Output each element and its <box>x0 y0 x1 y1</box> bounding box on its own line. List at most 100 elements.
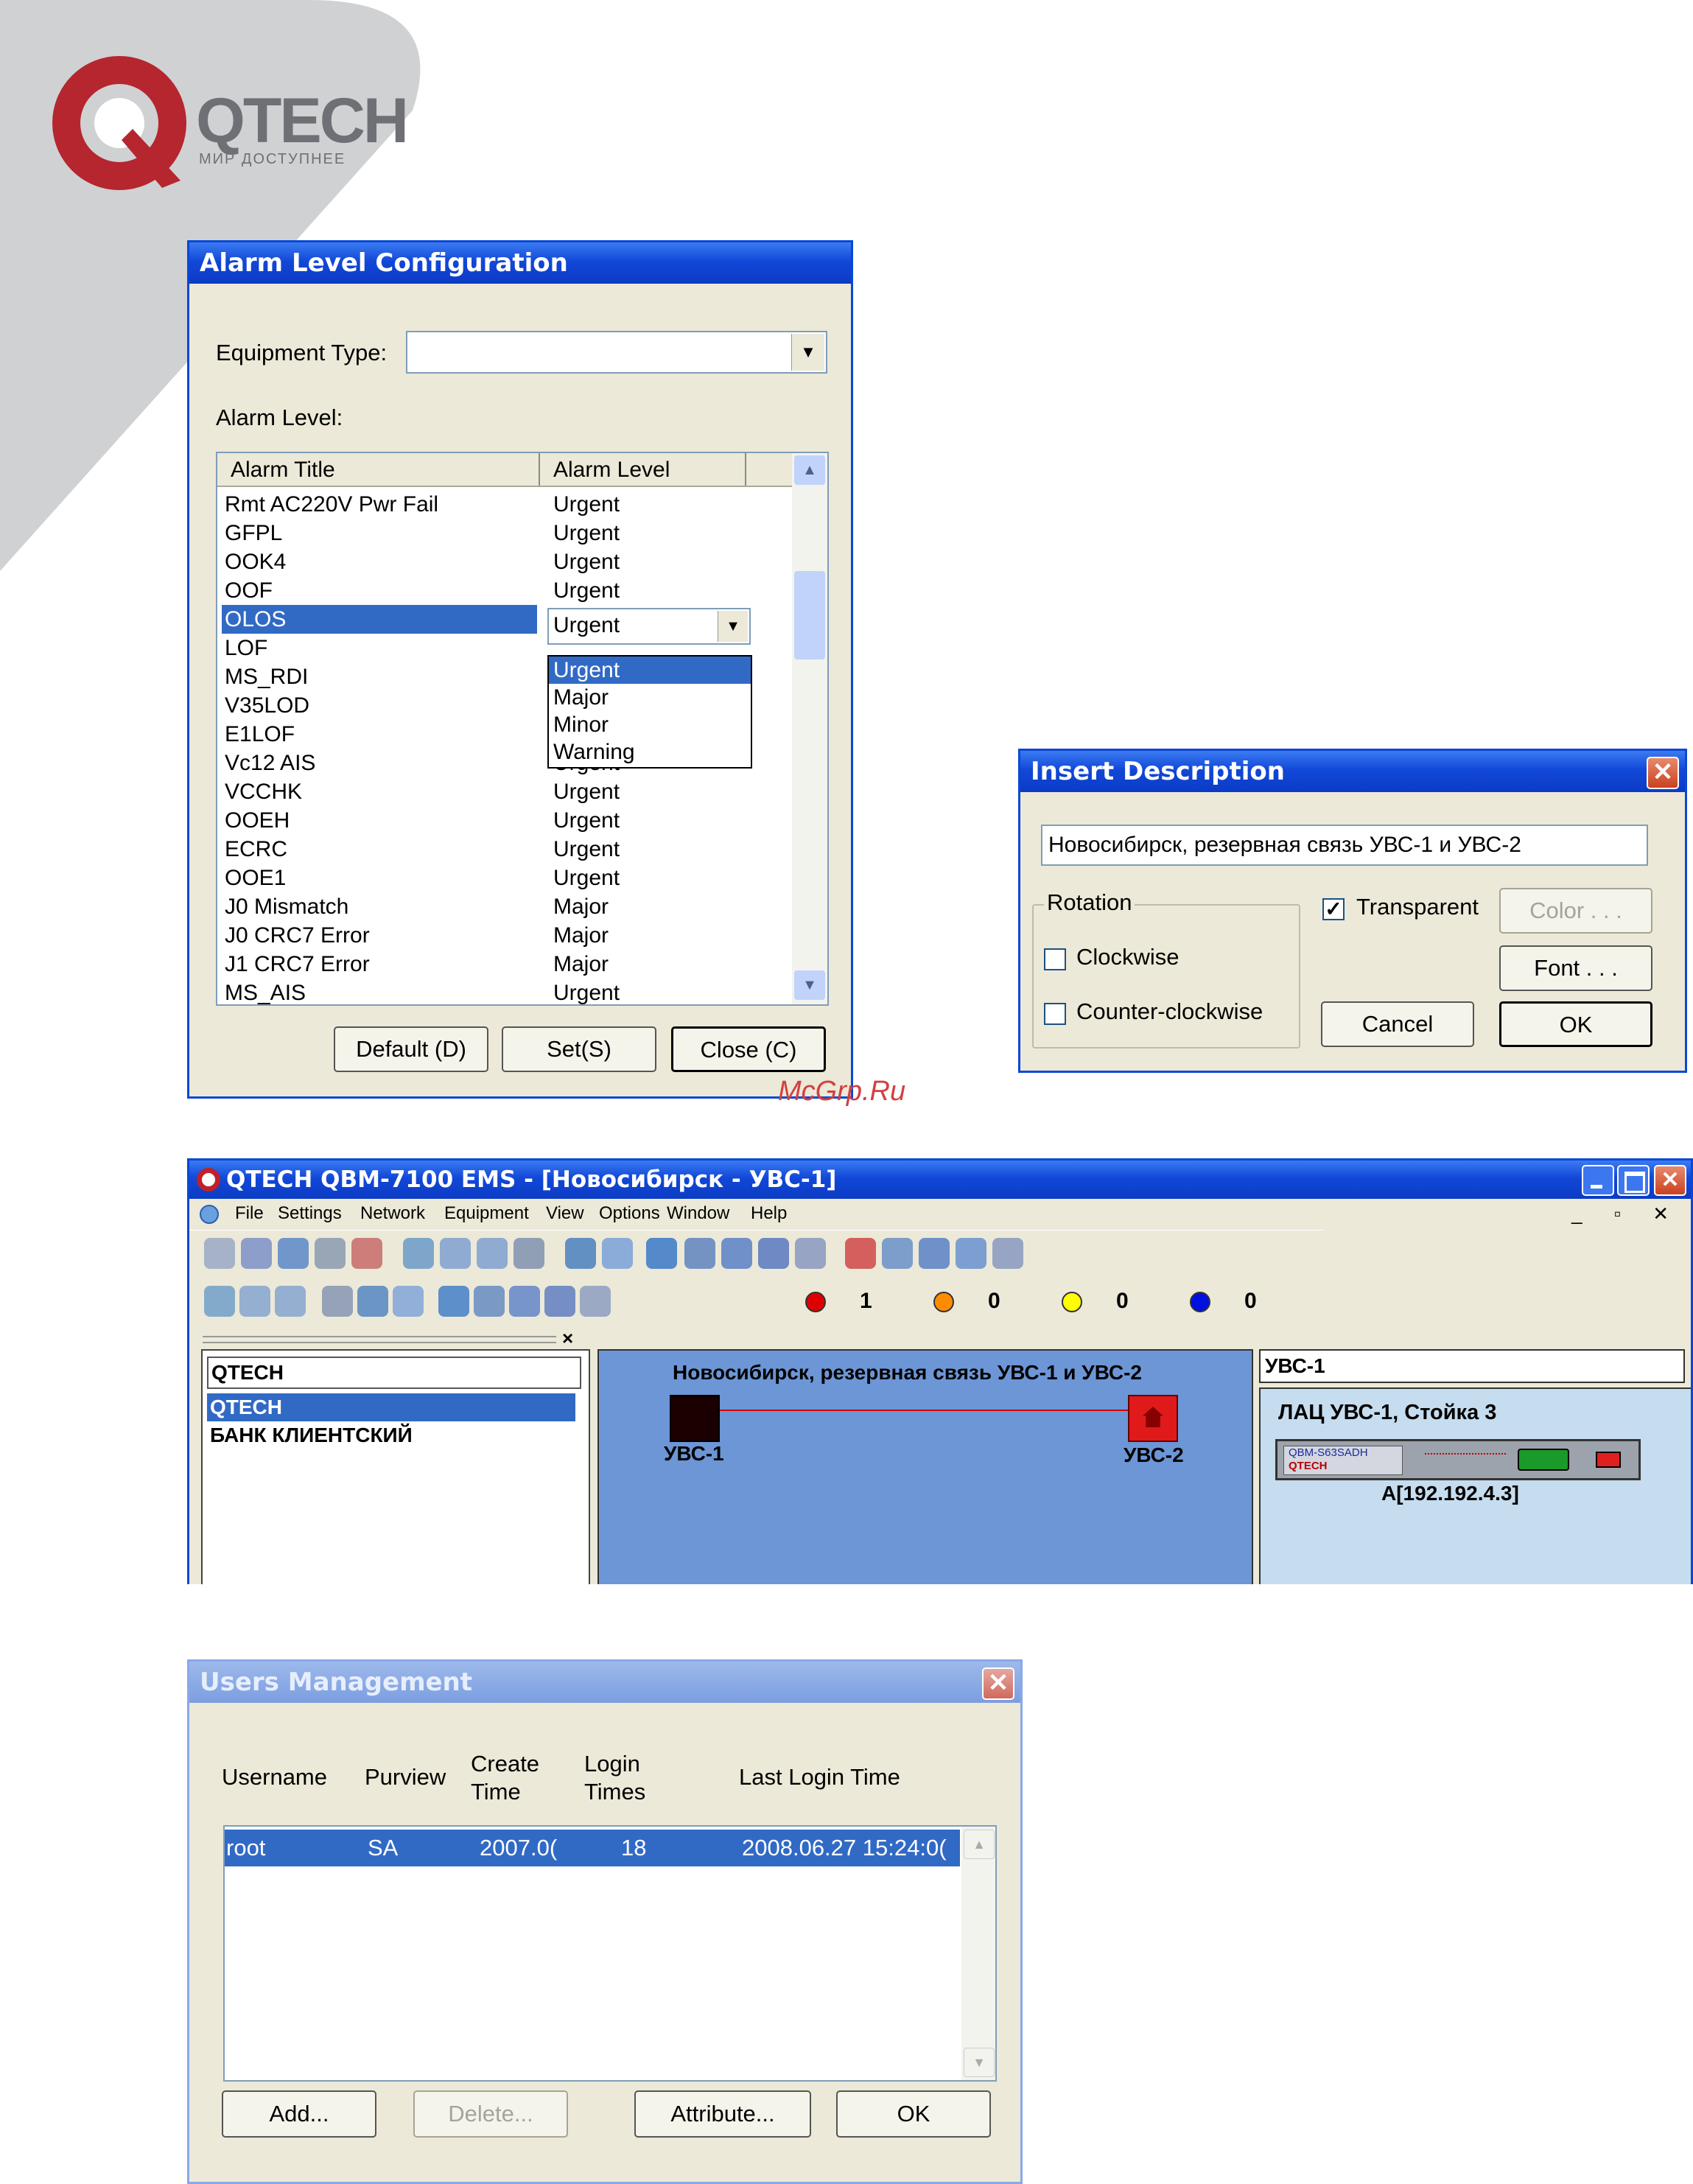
panel-close-icon[interactable]: × <box>562 1327 573 1350</box>
mdi-controls[interactable]: _ ▫ ✕ <box>1571 1199 1682 1228</box>
column-header[interactable]: Last Login Time <box>739 1763 960 1791</box>
menu-item-file[interactable]: File <box>235 1199 264 1228</box>
font-button[interactable]: Font . . . <box>1499 945 1652 991</box>
table-row[interactable]: OOE1 Urgent <box>217 864 792 892</box>
toolbar-button-icon[interactable] <box>956 1238 986 1269</box>
scroll-down-icon[interactable]: ▼ <box>794 970 825 1000</box>
maximize-icon[interactable] <box>1617 1165 1650 1196</box>
scroll-up-icon[interactable]: ▲ <box>964 1830 995 1859</box>
menu-item-network[interactable]: Network <box>360 1199 425 1228</box>
column-header-alarm-title[interactable]: Alarm Title <box>231 458 335 483</box>
app-menu-icon[interactable] <box>200 1205 219 1224</box>
toolbar-button-icon[interactable] <box>477 1238 508 1269</box>
alarm-indicator-icon[interactable] <box>805 1292 826 1312</box>
table-row[interactable]: OOF Urgent <box>217 576 792 605</box>
alarm-indicator-icon[interactable] <box>1062 1292 1082 1312</box>
set-button[interactable]: Set(S) <box>502 1026 656 1072</box>
toolbar-button-icon[interactable] <box>580 1286 611 1317</box>
toolbar-button-icon[interactable] <box>351 1238 382 1269</box>
node-uvs1[interactable] <box>670 1395 720 1442</box>
tree-item-qtech[interactable]: QTECH <box>207 1393 575 1421</box>
dropdown-option[interactable]: Major <box>549 684 751 711</box>
toolbar-button-icon[interactable] <box>357 1286 388 1317</box>
toolbar-button-icon[interactable] <box>204 1238 235 1269</box>
toolbar-button-icon[interactable] <box>721 1238 752 1269</box>
close-button[interactable]: Close (C) <box>671 1026 826 1072</box>
toolbar-button-icon[interactable] <box>565 1238 596 1269</box>
toolbar-button-icon[interactable] <box>992 1238 1023 1269</box>
ok-button[interactable]: OK <box>1499 1001 1652 1047</box>
delete-user-button[interactable]: Delete... <box>413 2090 568 2138</box>
menu-item-options[interactable]: Options <box>599 1199 660 1228</box>
alarm-indicator-icon[interactable] <box>1190 1292 1210 1312</box>
table-row[interactable]: VCCHK Urgent <box>217 777 792 806</box>
toolbar-button-icon[interactable] <box>684 1238 715 1269</box>
canvas-caption[interactable]: Новосибирск, резервная связь УВС-1 и УВС… <box>673 1361 1142 1385</box>
counter-clockwise-checkbox[interactable] <box>1044 1003 1066 1025</box>
toolbar-button-icon[interactable] <box>544 1286 575 1317</box>
toolbar-button-icon[interactable] <box>322 1286 353 1317</box>
table-row[interactable]: J0 CRC7 Error Major <box>217 921 792 950</box>
toolbar-button-icon[interactable] <box>919 1238 950 1269</box>
toolbar-button-icon[interactable] <box>204 1286 235 1317</box>
link-line[interactable] <box>687 1410 1166 1411</box>
alarm-indicator-icon[interactable] <box>933 1292 954 1312</box>
toolbar-button-icon[interactable] <box>239 1286 270 1317</box>
default-button[interactable]: Default (D) <box>334 1026 488 1072</box>
toolbar-button-icon[interactable] <box>393 1286 424 1317</box>
close-icon[interactable]: ✕ <box>1647 757 1679 789</box>
clockwise-checkbox[interactable] <box>1044 948 1066 970</box>
topology-canvas[interactable]: Новосибирск, резервная связь УВС-1 и УВС… <box>597 1349 1253 1584</box>
dropdown-option[interactable]: Minor <box>549 711 751 738</box>
toolbar-button-icon[interactable] <box>646 1238 677 1269</box>
equipment-type-select[interactable]: ▼ <box>406 331 827 374</box>
scroll-up-icon[interactable]: ▲ <box>794 455 825 485</box>
toolbar-button-icon[interactable] <box>513 1238 544 1269</box>
toolbar-button-icon[interactable] <box>795 1238 826 1269</box>
toolbar-button-icon[interactable] <box>403 1238 434 1269</box>
toolbar-button-icon[interactable] <box>315 1238 346 1269</box>
toolbar-button-icon[interactable] <box>474 1286 505 1317</box>
toolbar-button-icon[interactable] <box>758 1238 789 1269</box>
cancel-button[interactable]: Cancel <box>1321 1001 1474 1047</box>
scroll-down-icon[interactable]: ▼ <box>964 2048 995 2077</box>
menu-item-window[interactable]: Window <box>667 1199 729 1228</box>
ok-button[interactable]: OK <box>836 2090 991 2138</box>
node-uvs2[interactable] <box>1128 1395 1178 1442</box>
column-header[interactable]: Login Times <box>584 1750 673 1806</box>
table-row[interactable]: MS_AIS Urgent <box>217 979 792 1004</box>
toolbar-button-icon[interactable] <box>882 1238 913 1269</box>
menu-item-equipment[interactable]: Equipment <box>444 1199 529 1228</box>
users-list[interactable]: root SA 2007.0(18 2008.06.27 15:24:0( ▲ ▼ <box>223 1825 997 2082</box>
column-header-alarm-level[interactable]: Alarm Level <box>553 458 670 483</box>
menu-item-view[interactable]: View <box>546 1199 584 1228</box>
alarm-scrollbar[interactable]: ▲ ▼ <box>792 453 827 1004</box>
chevron-down-icon[interactable]: ▼ <box>791 334 824 371</box>
dropdown-option[interactable]: Warning <box>549 738 751 766</box>
transparent-checkbox[interactable]: ✓ <box>1322 898 1345 920</box>
toolbar-button-icon[interactable] <box>438 1286 469 1317</box>
table-row[interactable]: OOEH Urgent <box>217 806 792 835</box>
table-row[interactable]: OOK4 Urgent <box>217 547 792 576</box>
menu-item-help[interactable]: Help <box>751 1199 787 1228</box>
color-button[interactable]: Color . . . <box>1499 888 1652 934</box>
toolbar-button-icon[interactable] <box>602 1238 633 1269</box>
description-input[interactable]: Новосибирск, резервная связь УВС-1 и УВС… <box>1041 825 1648 866</box>
tree-root[interactable]: QTECH <box>207 1357 581 1389</box>
dropdown-option[interactable]: Urgent <box>549 657 751 684</box>
table-row[interactable]: Rmt AC220V Pwr Fail Urgent <box>217 490 792 519</box>
toolbar-button-icon[interactable] <box>278 1238 309 1269</box>
table-row[interactable]: J0 Mismatch Major <box>217 892 792 921</box>
table-row[interactable]: J1 CRC7 Error Major <box>217 950 792 979</box>
close-icon[interactable]: ✕ <box>1654 1165 1686 1196</box>
users-scrollbar[interactable]: ▲ ▼ <box>961 1827 995 2080</box>
chevron-down-icon[interactable]: ▼ <box>718 611 748 642</box>
scroll-thumb[interactable] <box>794 571 825 659</box>
tree-item-bank[interactable]: БАНК КЛИЕНТСКИЙ <box>207 1421 578 1449</box>
toolbar-button-icon[interactable] <box>275 1286 306 1317</box>
device-panel[interactable]: QBM-S63SADH QTECH <box>1275 1439 1641 1480</box>
table-row[interactable]: ECRC Urgent <box>217 835 792 864</box>
toolbar-button-icon[interactable] <box>440 1238 471 1269</box>
toolbar-button-icon[interactable] <box>509 1286 540 1317</box>
attribute-button[interactable]: Attribute... <box>634 2090 811 2138</box>
